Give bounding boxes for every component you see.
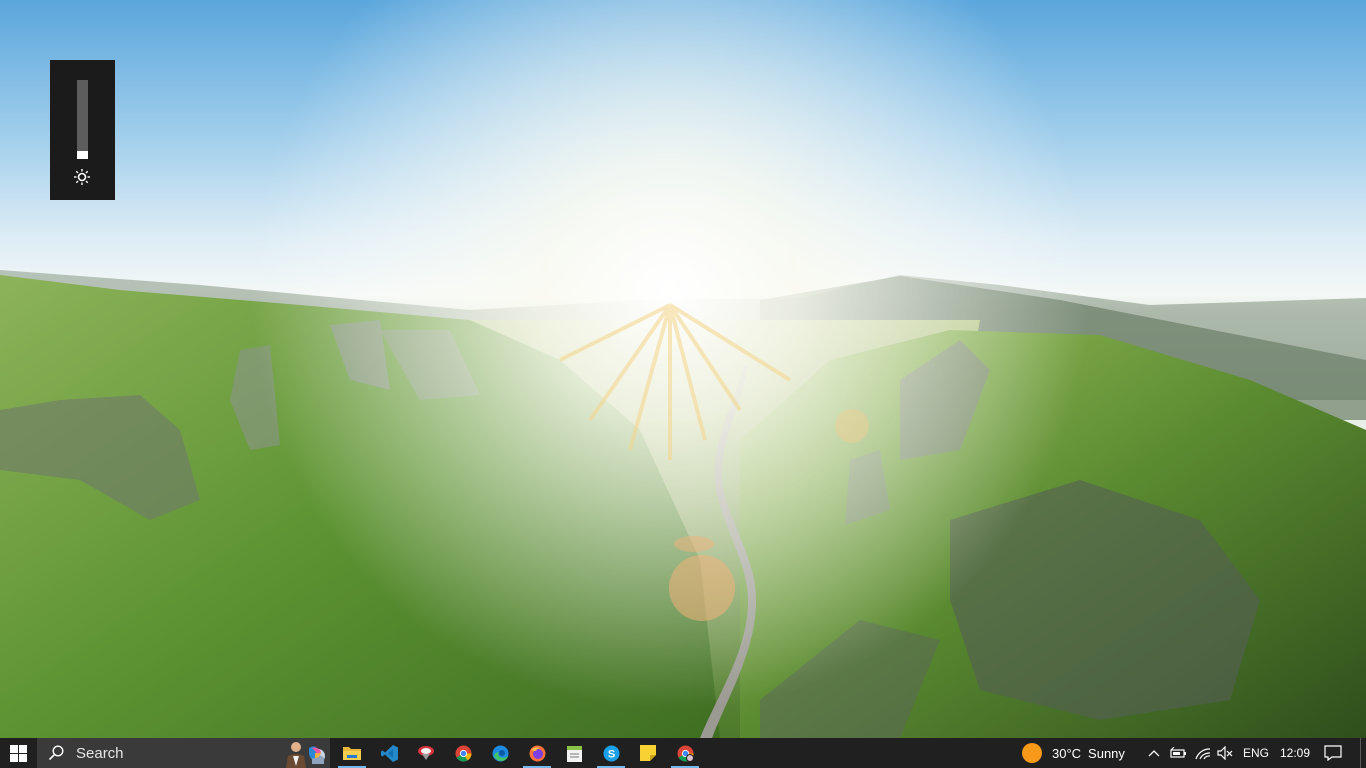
show-desktop-button[interactable] xyxy=(1360,738,1366,768)
volume-muted-icon xyxy=(1217,746,1233,760)
copilot-app[interactable] xyxy=(297,738,333,768)
volume-button[interactable] xyxy=(1214,738,1236,768)
svg-text:S: S xyxy=(607,748,614,760)
edge-icon xyxy=(492,745,508,761)
show-hidden-icons-button[interactable] xyxy=(1143,738,1165,768)
brightness-icon xyxy=(74,169,90,185)
brightness-slider-fill xyxy=(77,151,88,159)
firefox-icon xyxy=(529,745,545,761)
chrome-app[interactable] xyxy=(445,738,481,768)
weather-condition: Sunny xyxy=(1088,745,1125,761)
notification-center-button[interactable] xyxy=(1322,738,1344,768)
battery-icon xyxy=(1169,747,1186,758)
wallpaper xyxy=(0,0,1366,738)
firefox-app[interactable] xyxy=(519,738,555,768)
folder-icon xyxy=(343,747,361,760)
chrome-profile-app[interactable] xyxy=(667,738,703,768)
brightness-slider[interactable] xyxy=(77,80,88,159)
chevron-up-icon xyxy=(1148,750,1160,757)
battery-button[interactable] xyxy=(1167,738,1189,768)
clock[interactable]: 12:09 xyxy=(1280,738,1310,768)
vscode-icon xyxy=(380,744,398,762)
copilot-icon xyxy=(309,746,321,759)
language-indicator[interactable]: ENG xyxy=(1243,738,1269,768)
windows-logo-icon xyxy=(9,744,27,762)
vscode-app[interactable] xyxy=(371,738,407,768)
sticky-notes-app[interactable] xyxy=(630,738,666,768)
chrome-icon xyxy=(455,745,471,761)
search-box[interactable]: Search xyxy=(37,738,330,768)
app-icon xyxy=(418,746,434,760)
wifi-icon xyxy=(1195,748,1211,760)
notification-icon xyxy=(1324,745,1342,761)
chrome-icon xyxy=(677,745,694,762)
notepad-app[interactable] xyxy=(556,738,592,768)
weather-widget[interactable]: 30°C Sunny xyxy=(1021,738,1125,768)
weather-temperature: 30°C xyxy=(1052,745,1082,761)
skype-icon: S xyxy=(603,745,619,761)
skype-app[interactable]: S xyxy=(593,738,629,768)
search-icon xyxy=(48,745,64,761)
taskbar: Search S 30°C Sunny ENG 12:09 xyxy=(0,738,1366,768)
start-button[interactable] xyxy=(0,738,36,768)
desktop[interactable] xyxy=(0,0,1366,738)
app-pinned[interactable] xyxy=(408,738,444,768)
search-label: Search xyxy=(76,745,124,762)
edge-app[interactable] xyxy=(482,738,518,768)
network-button[interactable] xyxy=(1192,738,1214,768)
sun-icon xyxy=(1022,743,1042,763)
sticky-notes-icon xyxy=(640,745,656,761)
file-explorer-app[interactable] xyxy=(334,738,370,768)
notepad-icon xyxy=(566,745,582,762)
